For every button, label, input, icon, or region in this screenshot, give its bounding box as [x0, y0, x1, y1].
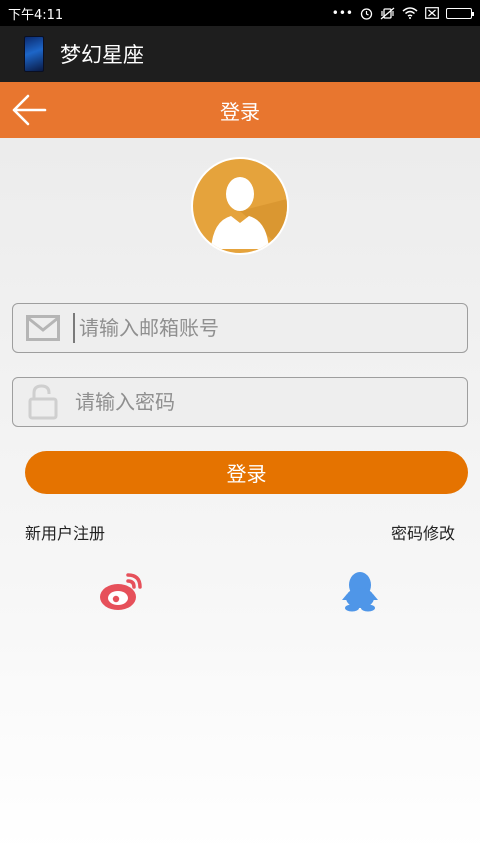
avatar[interactable] [191, 157, 289, 255]
mail-icon [26, 315, 60, 341]
weibo-login-button[interactable] [98, 571, 144, 613]
app-title: 梦幻星座 [60, 43, 144, 67]
status-icons: ••• [331, 6, 474, 20]
wifi-icon [402, 7, 418, 19]
vibrate-mute-icon [380, 7, 395, 19]
no-signal-icon [425, 7, 439, 19]
page-title: 登录 [220, 99, 260, 124]
battery-icon [446, 7, 474, 19]
password-input[interactable] [73, 378, 467, 426]
change-password-link[interactable]: 密码修改 [391, 520, 455, 544]
email-field[interactable] [12, 303, 468, 353]
back-arrow-icon [12, 94, 47, 126]
title-bar: 登录 [0, 82, 480, 138]
login-button[interactable]: 登录 [25, 451, 468, 494]
status-time: 下午4:11 [8, 7, 64, 23]
back-button[interactable] [10, 92, 48, 128]
password-field[interactable] [12, 377, 468, 427]
lock-icon-wrap [13, 378, 73, 426]
register-link[interactable]: 新用户注册 [25, 520, 105, 544]
app-logo-icon [24, 36, 44, 72]
qq-login-button[interactable] [341, 570, 379, 612]
login-content: 登录 新用户注册 密码修改 [0, 138, 480, 853]
user-silhouette-icon [211, 177, 287, 253]
status-bar: 下午4:11 ••• [0, 0, 480, 26]
lock-icon [28, 384, 58, 420]
more-dots-icon: ••• [331, 6, 353, 20]
app-bar: 梦幻星座 [0, 26, 480, 82]
alarm-icon [360, 7, 373, 20]
weibo-icon [100, 573, 142, 610]
qq-icon [342, 572, 378, 612]
email-input[interactable] [73, 313, 467, 343]
email-icon-wrap [13, 304, 73, 352]
